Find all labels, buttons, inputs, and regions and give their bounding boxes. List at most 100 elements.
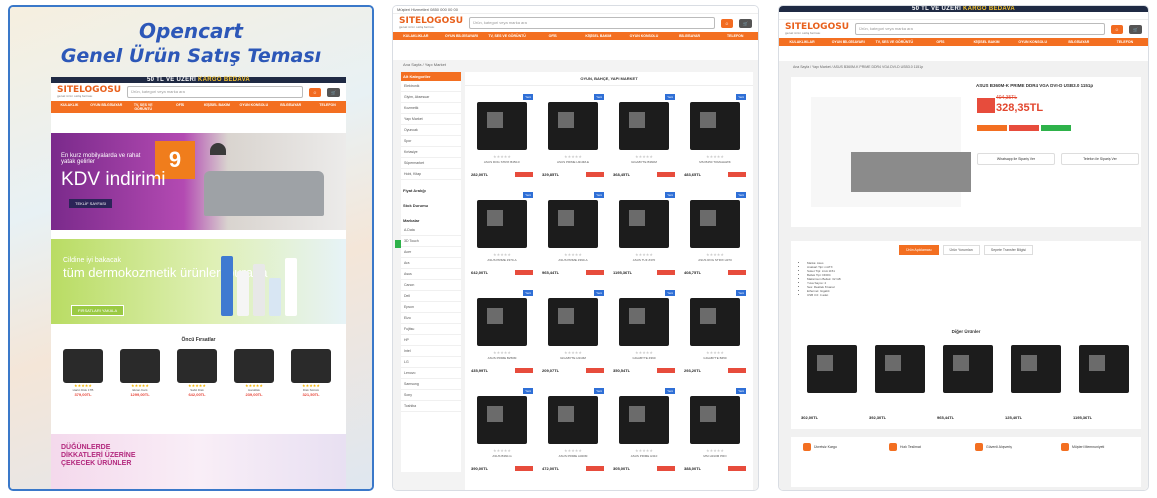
brand-checkbox[interactable]: Epson — [401, 302, 461, 313]
filter-brands-heading[interactable]: Markalar — [401, 216, 461, 225]
kdv-cta-button[interactable]: TEKLİF SAYFASI — [69, 199, 113, 208]
store-logo[interactable]: SITELOGOSU genel ürün satış teması — [399, 17, 463, 29]
add-to-cart-button[interactable] — [586, 270, 604, 275]
product-card[interactable]: ★★★★★ Ekran Kartı 1299,00TL — [114, 349, 166, 421]
product-card[interactable]: Yeni ★★★★★ ASUS B360-G 390,00TL — [469, 388, 535, 480]
product-image[interactable] — [619, 200, 669, 248]
add-to-cart-button[interactable] — [586, 172, 604, 177]
cart-button[interactable]: 🛒 — [327, 87, 340, 97]
product-name[interactable]: ASUS PRIME H310 — [611, 454, 677, 458]
derm-cta-button[interactable]: FIRSATLARI YAKALA — [71, 305, 125, 316]
account-button[interactable]: ☺ — [308, 87, 322, 97]
nav-item[interactable]: TELEFON — [1105, 40, 1145, 44]
product-name[interactable]: ASUS PRIME Z370-A — [469, 258, 535, 262]
brand-checkbox[interactable]: HP — [401, 335, 461, 346]
product-image[interactable] — [619, 102, 669, 150]
product-name[interactable]: GIGABYTE B360M — [611, 160, 677, 164]
product-card[interactable]: Yeni ★★★★★ MSI B450 TOMAHAWK 483,65TL — [682, 94, 748, 186]
brand-checkbox[interactable]: Lenovo — [401, 368, 461, 379]
nav-item[interactable]: OFİS — [162, 103, 199, 111]
add-to-cart-button[interactable] — [728, 466, 746, 471]
product-name[interactable]: ASUS PRIME A320M — [540, 454, 606, 458]
sidebar-item[interactable]: Spor — [401, 136, 461, 147]
product-image[interactable] — [477, 396, 527, 444]
sidebar-item[interactable]: Yapı Market — [401, 114, 461, 125]
nav-item[interactable]: KİŞİSEL BAKIM — [578, 34, 618, 38]
similar-product-card[interactable]: 965,44TL — [935, 337, 1001, 429]
product-name[interactable]: MSI B450 TOMAHAWK — [682, 160, 748, 164]
product-image[interactable] — [477, 102, 527, 150]
store-logo[interactable]: SITELOGOSU genel ürün satış teması — [785, 23, 849, 35]
product-image[interactable] — [477, 298, 527, 346]
product-image[interactable] — [1079, 345, 1129, 393]
account-button[interactable]: ☺ — [720, 18, 734, 28]
tab-1[interactable]: Ürün Yorumları — [942, 245, 980, 255]
nav-item[interactable]: OYUN KONSOLU — [1013, 40, 1053, 44]
buy-now-button[interactable] — [1009, 125, 1039, 131]
product-name[interactable]: ASUS ROG STRIX B450-F — [469, 160, 535, 164]
product-card[interactable]: ★★★★★ Disk Sürücü 321,50TL — [285, 349, 337, 421]
product-name[interactable]: ASUS PRIME Z390-A — [540, 258, 606, 262]
nav-item[interactable]: TV, SES VE GÖRÜNTÜ — [487, 34, 527, 38]
add-to-cart-button[interactable] — [515, 172, 533, 177]
brand-checkbox[interactable]: Intel — [401, 346, 461, 357]
add-to-cart-button[interactable] — [657, 270, 675, 275]
product-image[interactable] — [690, 200, 740, 248]
add-to-cart-button[interactable] — [657, 172, 675, 177]
nav-item[interactable]: BİLGİSAYAR — [670, 34, 710, 38]
product-card[interactable]: Yeni ★★★★★ ASUS PRIME H310M-E 329,85TL — [540, 94, 606, 186]
add-to-cart-button[interactable] — [515, 466, 533, 471]
nav-item[interactable]: KİŞİSEL BAKIM — [199, 103, 236, 111]
similar-product-card[interactable]: 302,00TL — [799, 337, 865, 429]
product-card[interactable]: Yeni ★★★★★ ASUS ROG STRIX H370 408,75TL — [682, 192, 748, 284]
nav-item[interactable]: TELEFON — [309, 103, 346, 111]
product-card[interactable]: Yeni ★★★★★ ASUS ROG STRIX B450-F 282,00TL — [469, 94, 535, 186]
product-name[interactable]: ASUS PRIME H310M-E — [540, 160, 606, 164]
product-image[interactable] — [619, 298, 669, 346]
sidebar-item[interactable]: Hobi, Kitap — [401, 169, 461, 180]
theme-preview-card-product[interactable]: 50 TL VE ÜZERİ KARGO BEDAVA SITELOGOSU g… — [778, 5, 1149, 491]
product-image[interactable] — [548, 298, 598, 346]
product-card[interactable]: ★★★★★ Harici Disk 1TB 379,00TL — [57, 349, 109, 421]
nav-item[interactable]: OYUN KONSOLU — [624, 34, 664, 38]
product-image[interactable] — [811, 97, 971, 207]
nav-item[interactable]: OYUN BİLGİSAYAR — [88, 103, 125, 111]
brand-checkbox[interactable]: LG — [401, 357, 461, 368]
sidebar-item[interactable]: Elektronik — [401, 81, 461, 92]
product-name[interactable]: ASUS PRIME B250M — [469, 356, 535, 360]
product-card[interactable]: ★★★★★ Sabit Disk 642,00TL — [171, 349, 223, 421]
filter-price-heading[interactable]: Fiyat Aralığı — [401, 186, 461, 195]
brand-checkbox[interactable]: Sony — [401, 390, 461, 401]
nav-item[interactable]: OYUN BİLGİSAYARI — [441, 34, 481, 38]
product-name[interactable]: GIGABYTE H310M — [540, 356, 606, 360]
product-card[interactable]: Yeni ★★★★★ ASUS PRIME B250M 435,99TL — [469, 290, 535, 382]
account-button[interactable]: ☺ — [1110, 24, 1124, 34]
add-to-cart-button[interactable] — [728, 270, 746, 275]
product-image[interactable] — [875, 345, 925, 393]
sidebar-item[interactable]: Kırtasiye — [401, 147, 461, 158]
add-to-cart-button[interactable] — [515, 368, 533, 373]
product-image[interactable] — [690, 102, 740, 150]
brand-checkbox[interactable]: Fujitsu — [401, 324, 461, 335]
product-card[interactable]: Yeni ★★★★★ GIGABYTE B450 293,20TL — [682, 290, 748, 382]
product-card[interactable]: Yeni ★★★★★ GIGABYTE B360M 368,45TL — [611, 94, 677, 186]
product-name[interactable]: MSI H310M PRO — [682, 454, 748, 458]
sidebar-item[interactable]: Oyuncak — [401, 125, 461, 136]
theme-preview-card-home[interactable]: Opencart Genel Ürün Satış Teması 50 TL V… — [8, 5, 374, 491]
nav-item[interactable]: TV, SES VE GÖRÜNTÜ — [874, 40, 914, 44]
brand-checkbox[interactable]: Canon — [401, 280, 461, 291]
add-to-cart-button[interactable] — [977, 125, 1007, 131]
add-to-cart-button[interactable] — [586, 368, 604, 373]
sidebar-item[interactable]: Giyim, Aksesuar — [401, 92, 461, 103]
nav-item[interactable]: OYUN BİLGİSAYARI — [828, 40, 868, 44]
brand-checkbox[interactable]: Asus — [401, 269, 461, 280]
whatsapp-order-button[interactable]: Whatsapp ile Sipariş Ver — [977, 153, 1055, 165]
sidebar-item[interactable]: Kozmetik — [401, 103, 461, 114]
store-logo[interactable]: SITELOGOSU genel ürün satış teması — [57, 86, 121, 98]
nav-item[interactable]: TV, SES VE GÖRÜNTÜ — [125, 103, 162, 111]
filter-stock-heading[interactable]: Stok Durumu — [401, 201, 461, 210]
nav-item[interactable]: BİLGİSAYAR — [1059, 40, 1099, 44]
brand-checkbox[interactable]: Toshiba — [401, 401, 461, 412]
sidebar-item[interactable]: Süpermarket — [401, 158, 461, 169]
product-card[interactable]: Yeni ★★★★★ ASUS PRIME H310 305,00TL — [611, 388, 677, 480]
